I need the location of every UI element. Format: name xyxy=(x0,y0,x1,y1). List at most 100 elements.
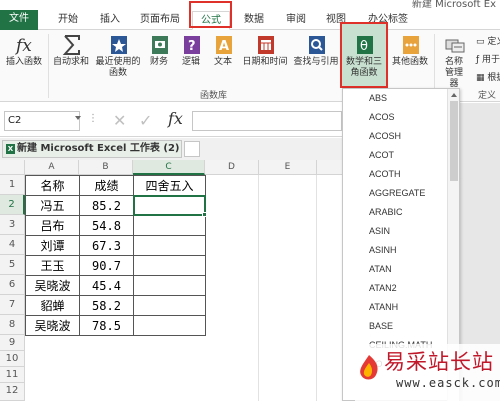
scroll-up-icon[interactable] xyxy=(451,93,457,97)
function-item-asinh[interactable]: ASINH xyxy=(369,245,397,255)
lookup-reference-button[interactable]: 查找与引用 xyxy=(292,32,340,68)
row-header-3[interactable]: 3 xyxy=(0,215,25,235)
define-name-button[interactable]: ▭ 定义 xyxy=(476,34,500,47)
cell-b8[interactable]: 78.5 xyxy=(79,315,134,336)
function-item-acosh[interactable]: ACOSH xyxy=(369,131,401,141)
function-item-acot[interactable]: ACOT xyxy=(369,150,394,160)
use-in-formula-button[interactable]: ƒ 用于 xyxy=(476,52,500,65)
cell-a8[interactable]: 吴晓波 xyxy=(25,315,80,336)
row-header-5[interactable]: 5 xyxy=(0,255,25,275)
name-box[interactable]: C2 xyxy=(4,111,81,131)
watermark-text: 易采站长站 xyxy=(384,350,494,374)
tab-data[interactable]: 数据 xyxy=(236,11,272,30)
insert-function-label: 插入函数 xyxy=(5,57,42,67)
cell-c5[interactable] xyxy=(133,255,206,276)
cell-b1[interactable]: 成绩 xyxy=(79,175,134,196)
cell-c2[interactable] xyxy=(133,195,206,216)
column-header-c[interactable]: C xyxy=(133,160,205,175)
cell-b7[interactable]: 58.2 xyxy=(79,295,134,316)
column-header-a[interactable]: A xyxy=(25,160,79,175)
fx-icon: fx xyxy=(14,34,34,56)
cell-a7[interactable]: 貂蝉 xyxy=(25,295,80,316)
cell-b2[interactable]: 85.2 xyxy=(79,195,134,216)
cell-c1[interactable]: 四舍五入 xyxy=(133,175,206,196)
row-header-7[interactable]: 7 xyxy=(0,295,25,315)
define-name-icon: ▭ xyxy=(476,37,488,47)
cell-a6[interactable]: 吴晓波 xyxy=(25,275,80,296)
row-header-10[interactable]: 10 xyxy=(0,351,25,367)
cell-c8[interactable] xyxy=(133,315,206,336)
math-trig-button[interactable]: θ 数学和三角函数 xyxy=(343,32,385,79)
function-item-abs[interactable]: ABS xyxy=(369,93,387,103)
function-item-aggregate[interactable]: AGGREGATE xyxy=(369,188,425,198)
cell-a2[interactable]: 冯五 xyxy=(25,195,80,216)
cell-a5[interactable]: 王玉 xyxy=(25,255,80,276)
more-functions-button[interactable]: 其他函数 xyxy=(390,32,430,68)
name-manager-button[interactable]: 名称管理器 xyxy=(436,32,472,90)
formula-input[interactable] xyxy=(192,111,342,131)
column-header-b[interactable]: B xyxy=(79,160,133,175)
financial-button[interactable]: 财务 xyxy=(144,32,174,68)
math-trig-label: 数学和三角函数 xyxy=(346,57,383,78)
cell-a3[interactable]: 吕布 xyxy=(25,215,80,236)
scrollbar-thumb[interactable] xyxy=(450,101,458,181)
function-item-atan[interactable]: ATAN xyxy=(369,264,392,274)
title-bar: 新建 Microsoft Ex xyxy=(0,0,500,10)
cancel-icon[interactable]: ✕ xyxy=(113,111,126,130)
defined-names-group-label: 定义 xyxy=(478,91,497,101)
function-item-atan2[interactable]: ATAN2 xyxy=(369,283,397,293)
create-from-selection-icon: ▦ xyxy=(476,73,488,83)
cell-b6[interactable]: 45.4 xyxy=(79,275,134,296)
insert-function-button[interactable]: fx 插入函数 xyxy=(2,32,46,68)
tab-review[interactable]: 审阅 xyxy=(278,11,314,30)
function-item-asin[interactable]: ASIN xyxy=(369,226,390,236)
cell-a4[interactable]: 刘谭 xyxy=(25,235,80,256)
row-header-9[interactable]: 9 xyxy=(0,335,25,351)
column-header-f[interactable] xyxy=(317,160,342,175)
cell-a1[interactable]: 名称 xyxy=(25,175,80,196)
column-header-d[interactable]: D xyxy=(205,160,259,175)
function-item-atanh[interactable]: ATANH xyxy=(369,302,398,312)
recent-functions-button[interactable]: 最近使用的函数 xyxy=(94,32,142,79)
autosum-button[interactable]: 自动求和 xyxy=(50,32,92,68)
cell-c3[interactable] xyxy=(133,215,206,236)
insert-function-fx-icon[interactable]: fx xyxy=(168,109,183,128)
row-header-2[interactable]: 2 xyxy=(0,195,25,215)
tab-file[interactable]: 文件 xyxy=(0,10,38,30)
text-functions-label: 文本 xyxy=(213,57,232,67)
logical-button[interactable]: ? 逻辑 xyxy=(176,32,206,68)
name-box-value: C2 xyxy=(8,115,22,126)
row-header-1[interactable]: 1 xyxy=(0,175,25,195)
text-functions-button[interactable]: A 文本 xyxy=(208,32,238,68)
function-item-arabic[interactable]: ARABIC xyxy=(369,207,403,217)
function-item-acoth[interactable]: ACOTH xyxy=(369,169,401,179)
more-book-icon xyxy=(400,34,420,54)
row-header-11[interactable]: 11 xyxy=(0,367,25,383)
new-tab-button[interactable] xyxy=(184,141,200,157)
select-all-corner[interactable] xyxy=(0,160,25,175)
create-from-selection-button[interactable]: ▦ 根据 xyxy=(476,70,500,83)
tab-insert[interactable]: 插入 xyxy=(92,11,128,30)
tab-page-layout[interactable]: 页面布局 xyxy=(134,11,186,30)
row-header-12[interactable]: 12 xyxy=(0,383,25,401)
row-header-4[interactable]: 4 xyxy=(0,235,25,255)
row-header-8[interactable]: 8 xyxy=(0,315,25,335)
cell-b3[interactable]: 54.8 xyxy=(79,215,134,236)
more-functions-label: 其他函数 xyxy=(391,57,428,67)
function-item-base[interactable]: BASE xyxy=(369,321,393,331)
cell-c4[interactable] xyxy=(133,235,206,256)
cell-c7[interactable] xyxy=(133,295,206,316)
fill-handle[interactable] xyxy=(202,212,207,217)
cell-c6[interactable] xyxy=(133,275,206,296)
enter-icon[interactable]: ✓ xyxy=(139,111,152,130)
tab-home[interactable]: 开始 xyxy=(50,11,86,30)
cell-b5[interactable]: 90.7 xyxy=(79,255,134,276)
row-header-6[interactable]: 6 xyxy=(0,275,25,295)
formula-bar-divider: ⋮ xyxy=(88,113,98,124)
workbook-tab[interactable]: X 新建 Microsoft Excel 工作表 (2) xyxy=(2,140,182,158)
cell-b4[interactable]: 67.3 xyxy=(79,235,134,256)
name-manager-icon xyxy=(444,34,465,54)
column-header-e[interactable]: E xyxy=(259,160,317,175)
function-item-acos[interactable]: ACOS xyxy=(369,112,395,122)
date-time-button[interactable]: 日期和时间 xyxy=(240,32,290,68)
